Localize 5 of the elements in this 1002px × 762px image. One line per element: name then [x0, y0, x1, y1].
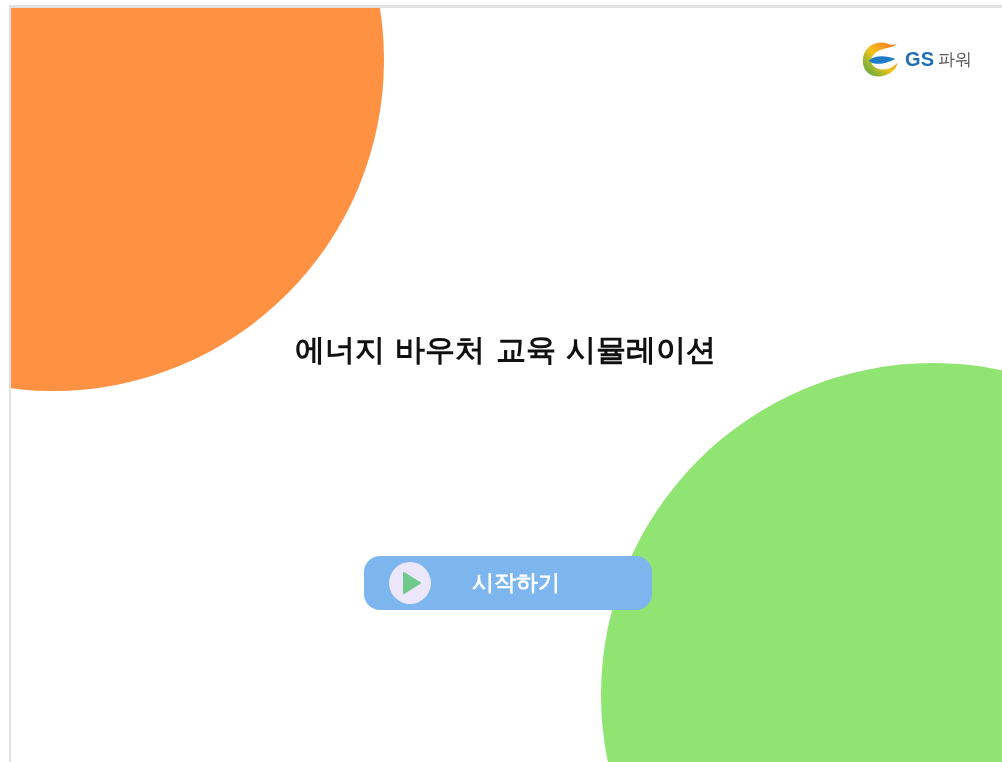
start-button[interactable]: 시작하기	[363, 556, 652, 610]
play-icon	[387, 561, 432, 605]
logo-name-text: 파워	[938, 47, 972, 71]
logo-brand-text: GS	[905, 47, 934, 71]
page-title: 에너지 바우처 교육 시뮬레이션	[294, 331, 717, 369]
